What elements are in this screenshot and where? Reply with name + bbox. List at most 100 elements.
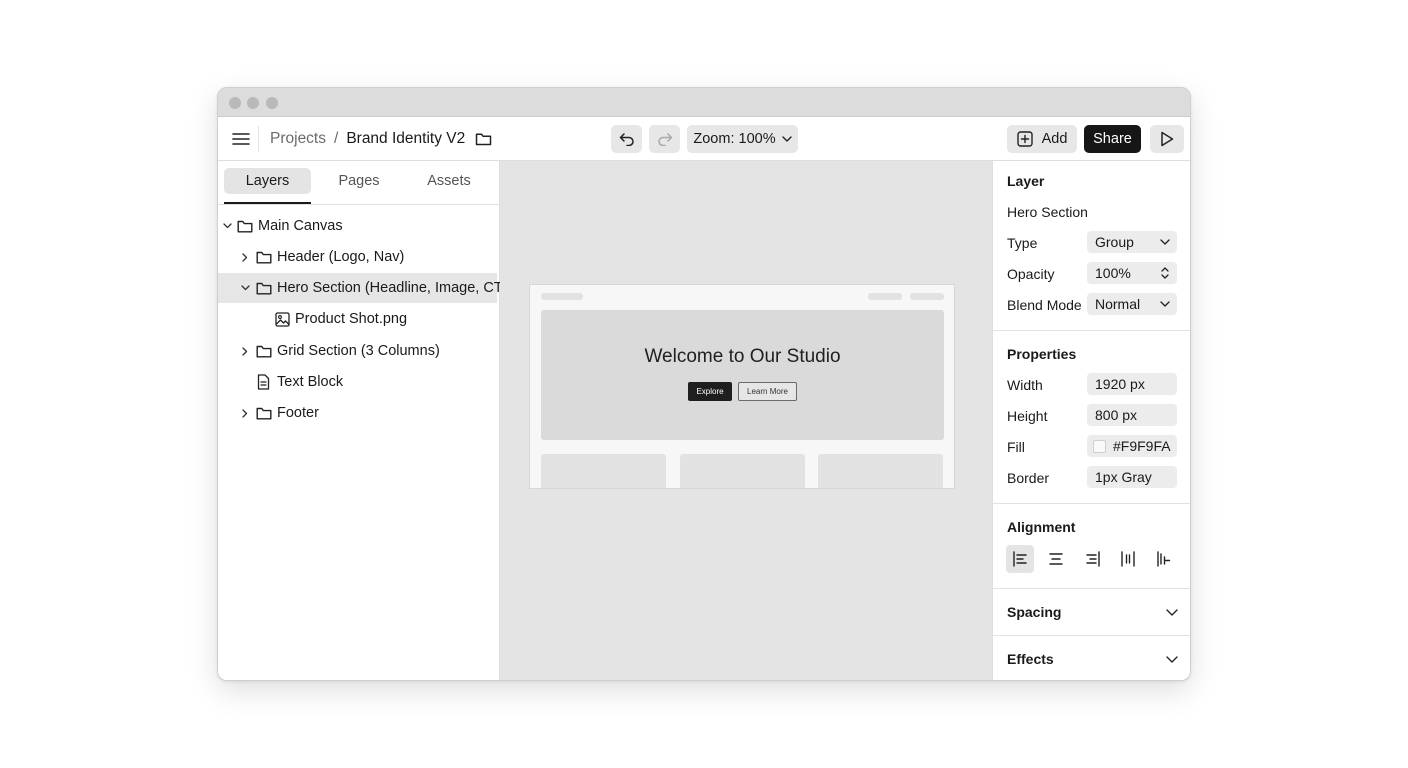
- hamburger-menu-icon: [232, 133, 250, 145]
- layer-label: Text Block: [277, 374, 344, 390]
- project-title: Brand Identity V2: [346, 130, 466, 147]
- spacing-section-title[interactable]: Spacing: [1007, 604, 1061, 620]
- border-label: Border: [1007, 470, 1050, 486]
- layer-label: Grid Section (3 Columns): [277, 343, 440, 359]
- layer-row-footer[interactable]: Footer: [218, 398, 499, 428]
- blend-mode-select[interactable]: Normal: [1087, 293, 1177, 315]
- layer-label: Product Shot.png: [295, 311, 408, 327]
- folder-icon: [255, 273, 272, 303]
- artboard-logo-placeholder: [541, 293, 583, 300]
- add-square-icon: [1016, 131, 1033, 147]
- add-button[interactable]: Add: [1007, 125, 1077, 153]
- align-top-icon: [1157, 551, 1171, 567]
- image-icon: [274, 304, 290, 334]
- distribute-horizontal-button[interactable]: [1114, 545, 1142, 573]
- artboard-nav-placeholder: [868, 293, 902, 300]
- align-top-button[interactable]: [1150, 545, 1178, 573]
- blend-mode-value: Normal: [1095, 296, 1141, 312]
- border-field[interactable]: 1px Gray: [1087, 466, 1177, 488]
- stepper-arrows-icon: [1161, 267, 1169, 279]
- fill-color-swatch[interactable]: [1093, 439, 1106, 453]
- height-field[interactable]: 800 px: [1087, 404, 1177, 426]
- tab-assets[interactable]: Assets: [413, 168, 485, 194]
- inspector-panel: Layer Hero Section Type Group Opacity 10…: [992, 161, 1190, 680]
- fill-field[interactable]: #F9F9FA: [1087, 435, 1177, 457]
- opacity-stepper[interactable]: 100%: [1087, 262, 1177, 284]
- tab-layers[interactable]: Layers: [224, 168, 311, 194]
- effects-section-title[interactable]: Effects: [1007, 651, 1054, 667]
- undo-icon: [619, 133, 634, 146]
- alignment-section-title: Alignment: [1007, 519, 1076, 535]
- minimize-window-dot[interactable]: [247, 97, 259, 109]
- artboard[interactable]: Welcome to Our Studio Explore Learn More: [529, 284, 955, 489]
- folder-icon: [236, 211, 253, 241]
- align-right-icon: [1086, 551, 1100, 567]
- hero-explore-button[interactable]: Explore: [688, 382, 732, 401]
- chevron-down-icon: [1160, 301, 1170, 307]
- zoom-dropdown[interactable]: Zoom: 100%: [687, 125, 798, 153]
- layer-row-header[interactable]: Header (Logo, Nav): [218, 242, 499, 272]
- properties-section-title: Properties: [1007, 346, 1077, 362]
- fill-label: Fill: [1007, 439, 1025, 455]
- section-divider: [993, 503, 1190, 504]
- width-field[interactable]: 1920 px: [1087, 373, 1177, 395]
- hero-learn-more-button[interactable]: Learn More: [738, 382, 797, 401]
- section-divider: [993, 330, 1190, 331]
- layer-label: Hero Section (Headline, Image, CTA): [277, 280, 517, 296]
- layer-row-main-canvas[interactable]: Main Canvas: [218, 211, 499, 241]
- chevron-down-icon[interactable]: [239, 273, 251, 303]
- blend-mode-label: Blend Mode: [1007, 297, 1082, 313]
- add-label: Add: [1041, 131, 1068, 147]
- undo-button[interactable]: [611, 125, 642, 153]
- type-select[interactable]: Group: [1087, 231, 1177, 253]
- chevron-down-icon[interactable]: [1166, 656, 1178, 663]
- section-divider: [993, 588, 1190, 589]
- tab-pages[interactable]: Pages: [323, 168, 395, 194]
- layer-row-text-block[interactable]: Text Block: [218, 367, 499, 397]
- folder-icon: [255, 242, 272, 272]
- opacity-label: Opacity: [1007, 266, 1055, 282]
- type-label: Type: [1007, 235, 1038, 251]
- opacity-value: 100%: [1095, 265, 1131, 281]
- breadcrumb-projects-link[interactable]: Projects: [270, 130, 326, 148]
- design-canvas[interactable]: Welcome to Our Studio Explore Learn More: [500, 161, 992, 680]
- align-left-button[interactable]: [1006, 545, 1034, 573]
- share-button[interactable]: Share: [1084, 125, 1141, 153]
- app-window: Projects / Brand Identity V2 Zoom: 100% …: [217, 87, 1191, 681]
- chevron-down-icon: [781, 136, 792, 142]
- layer-row-product-shot[interactable]: Product Shot.png: [218, 304, 499, 334]
- play-icon: [1161, 131, 1174, 147]
- align-center-button[interactable]: [1042, 545, 1070, 573]
- maximize-window-dot[interactable]: [266, 97, 278, 109]
- preview-play-button[interactable]: [1150, 125, 1184, 153]
- layer-row-grid-section[interactable]: Grid Section (3 Columns): [218, 336, 499, 366]
- hero-headline[interactable]: Welcome to Our Studio: [541, 346, 944, 368]
- chevron-down-icon[interactable]: [221, 211, 233, 241]
- chevron-right-icon[interactable]: [239, 398, 251, 428]
- chevron-right-icon[interactable]: [239, 336, 251, 366]
- redo-icon: [657, 133, 672, 146]
- artboard-grid-column[interactable]: [541, 454, 666, 488]
- layer-row-hero-section[interactable]: Hero Section (Headline, Image, CTA): [218, 273, 516, 303]
- menu-button[interactable]: [226, 124, 256, 154]
- chevron-down-icon[interactable]: [1166, 609, 1178, 616]
- redo-button[interactable]: [649, 125, 680, 153]
- artboard-hero-section[interactable]: Welcome to Our Studio Explore Learn More: [541, 310, 944, 440]
- breadcrumb-separator: /: [334, 130, 339, 147]
- artboard-grid-column[interactable]: [818, 454, 943, 488]
- layer-section-title: Layer: [1007, 173, 1045, 189]
- folder-icon: [255, 398, 272, 428]
- layer-label: Footer: [277, 405, 319, 421]
- layers-panel: Layers Pages Assets Main Canvas Header (…: [218, 161, 516, 680]
- distribute-horizontal-icon: [1121, 551, 1135, 567]
- chevron-down-icon: [1160, 239, 1170, 245]
- artboard-grid-column[interactable]: [680, 454, 805, 488]
- fill-value: #F9F9FA: [1113, 438, 1171, 454]
- type-value: Group: [1095, 234, 1134, 250]
- chevron-right-icon[interactable]: [239, 242, 251, 272]
- close-window-dot[interactable]: [229, 97, 241, 109]
- align-right-button[interactable]: [1079, 545, 1107, 573]
- document-icon: [255, 367, 272, 397]
- layer-name: Hero Section: [1007, 204, 1088, 220]
- folder-icon[interactable]: [475, 132, 492, 146]
